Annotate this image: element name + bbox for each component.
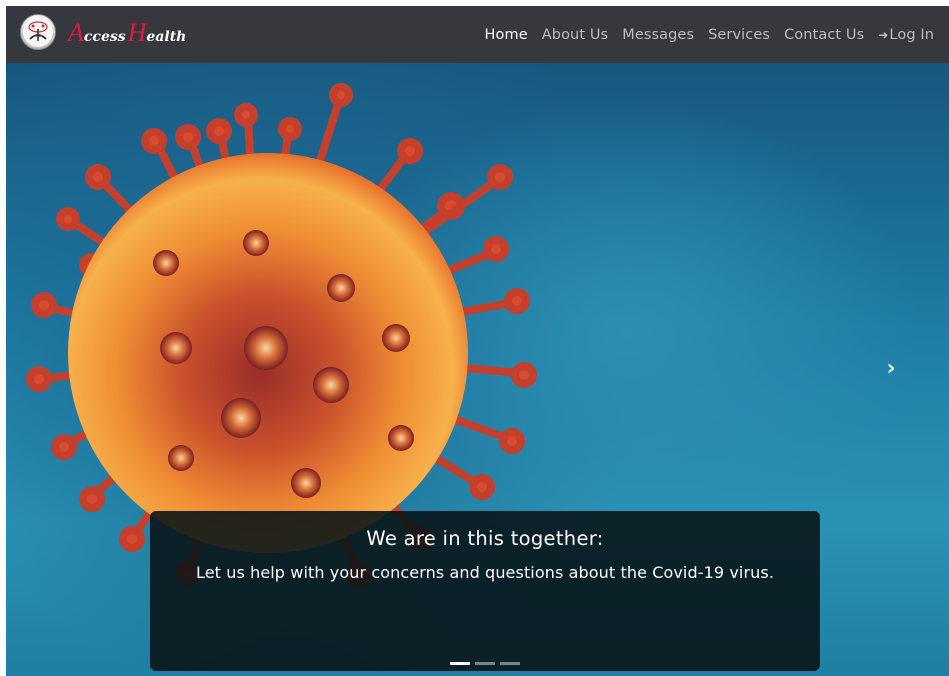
nav-menu: Home About Us Messages Services Contact … [478,6,941,63]
brand-word-health: ealth [146,29,187,45]
caption-text: Let us help with your concerns and quest… [195,563,775,582]
nav-login[interactable]: ➜Log In [871,27,941,43]
brand-cap-a: A [68,18,84,47]
carousel-next-button[interactable]: › [881,353,901,383]
nav-home[interactable]: Home [478,27,535,43]
brand-cap-h: H [127,18,147,47]
carousel-caption: We are in this together: Let us help wit… [150,511,820,671]
navbar: A ccess H ealth Home About Us Messages S… [6,6,949,63]
nav-about-us[interactable]: About Us [535,27,615,43]
sign-in-icon: ➜ [878,27,889,42]
page: A ccess H ealth Home About Us Messages S… [6,6,949,676]
nav-messages[interactable]: Messages [615,27,701,43]
nav-contact-us[interactable]: Contact Us [777,27,871,43]
hero-carousel: › We are in this together: Let us help w… [6,63,949,676]
chevron-right-icon: › [886,355,896,381]
nav-services[interactable]: Services [701,27,777,43]
caption-title: We are in this together: [366,527,604,550]
carousel-indicator-2[interactable] [475,662,495,665]
carousel-indicators [150,662,820,665]
carousel-indicator-3[interactable] [500,662,520,665]
globe-logo-icon[interactable] [20,14,56,50]
brand-word-access: ccess [83,29,126,45]
brand-logo[interactable]: A ccess H ealth [68,18,188,52]
nav-login-label: Log In [889,26,934,43]
carousel-indicator-1[interactable] [450,662,470,665]
